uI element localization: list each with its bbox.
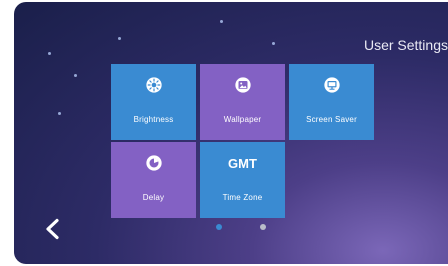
screen-saver-tile[interactable]: Screen Saver bbox=[289, 64, 374, 140]
wallpaper-icon bbox=[234, 77, 251, 93]
tile-label: Time Zone bbox=[222, 193, 263, 202]
tile-label: Delay bbox=[142, 193, 165, 202]
wallpaper-tile[interactable]: Wallpaper bbox=[200, 64, 285, 140]
sparkle-decoration bbox=[220, 20, 223, 23]
screen-saver-icon bbox=[323, 77, 340, 93]
sparkle-decoration bbox=[58, 112, 61, 115]
settings-screen: User Settings Brightness Wallpaper Scree… bbox=[14, 2, 448, 264]
sparkle-decoration bbox=[48, 52, 51, 55]
page-title: User Settings bbox=[363, 37, 448, 53]
sparkle-decoration bbox=[118, 37, 121, 40]
tile-label: Wallpaper bbox=[223, 115, 262, 124]
sparkle-decoration bbox=[272, 42, 275, 45]
page-dot[interactable] bbox=[260, 224, 266, 230]
brightness-tile[interactable]: Brightness bbox=[111, 64, 196, 140]
sparkle-decoration bbox=[74, 74, 77, 77]
time-zone-tile[interactable]: GMT Time Zone bbox=[200, 142, 285, 218]
tile-label: Brightness bbox=[133, 115, 174, 124]
back-chevron-icon[interactable] bbox=[42, 218, 64, 240]
page-dot-active[interactable] bbox=[216, 224, 222, 230]
delay-tile[interactable]: Delay bbox=[111, 142, 196, 218]
time-zone-icon: GMT bbox=[228, 156, 257, 171]
delay-icon bbox=[145, 155, 162, 171]
brightness-icon bbox=[145, 77, 162, 93]
tile-label: Screen Saver bbox=[306, 115, 357, 124]
